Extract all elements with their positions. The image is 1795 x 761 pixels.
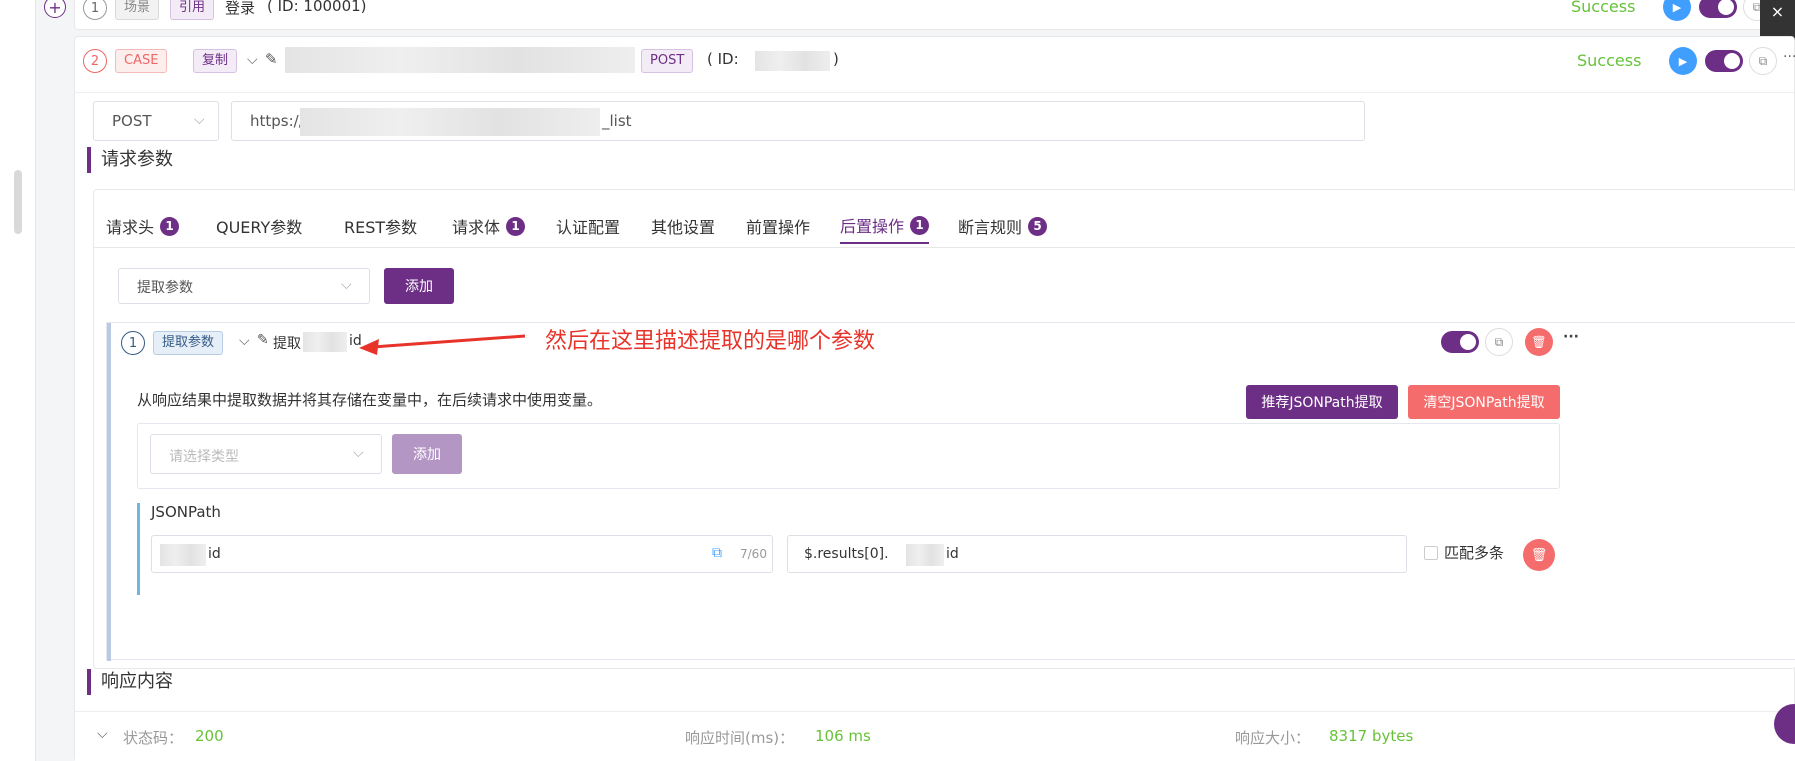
case-type-tag: CASE: [115, 49, 168, 73]
case-card: 2 CASE 复制 ⌵ ✎ POST ( ID: ) Success ▶ ⧉ ·…: [74, 36, 1795, 761]
case-more-icon[interactable]: ···: [1783, 49, 1795, 65]
run-button[interactable]: ▶: [1663, 0, 1691, 21]
case-id-suffix: ): [833, 50, 839, 68]
case-enable-toggle[interactable]: [1705, 50, 1743, 72]
case-method-tag: POST: [641, 49, 694, 73]
tab-query[interactable]: QUERY参数: [216, 208, 302, 244]
tab-assertions[interactable]: 断言规则 5: [958, 208, 1048, 244]
chevron-down-icon: ⌵: [341, 277, 352, 293]
case-status: Success: [1577, 51, 1642, 70]
tab-auth[interactable]: 认证配置: [556, 208, 620, 244]
jsonpath-label: JSONPath: [151, 503, 221, 521]
scene-status: Success: [1571, 0, 1636, 16]
tab-bar: 请求头 1 QUERY参数 REST参数 请求体 1 认证配置 其他设置 前置操作 …: [94, 208, 1795, 248]
type-select[interactable]: 请选择类型 ⌵: [150, 434, 382, 474]
type-add-button[interactable]: 添加: [392, 434, 462, 474]
response-collapse-icon[interactable]: ⌵: [97, 726, 108, 742]
left-rail: [0, 0, 36, 761]
scene-ref-tag: 引用: [170, 0, 215, 20]
extract-copy-icon[interactable]: ⧉: [1485, 328, 1513, 356]
collapse-chevron-icon[interactable]: ⌵: [247, 52, 258, 68]
case-id-redacted: [755, 51, 830, 71]
request-params-panel: 请求头 1 QUERY参数 REST参数 请求体 1 认证配置 其他设置 前置操作 …: [93, 189, 1795, 669]
extract-item-card: 1 提取参数 ⌵ ✎ 提取 id 然后在这里描述提取的是哪个参数 ⧉ 🗑 ···…: [106, 322, 1795, 661]
variable-name-input[interactable]: id ⧉ 7/60: [151, 535, 773, 573]
tab-headers[interactable]: 请求头 1: [106, 208, 180, 244]
extract-name-redacted: [303, 332, 347, 352]
jsonpath-block: [137, 503, 140, 595]
drag-grip[interactable]: [14, 170, 22, 234]
case-index: 2: [83, 49, 107, 73]
status-value: 200: [195, 727, 224, 745]
tab-rest[interactable]: REST参数: [344, 208, 417, 244]
scene-type-tag: 场景: [115, 0, 160, 20]
size-value: 8317 bytes: [1329, 727, 1414, 745]
extract-accent-bar: [107, 323, 111, 661]
post-op-add-button[interactable]: 添加: [384, 268, 454, 304]
add-step-icon[interactable]: +: [44, 0, 66, 18]
type-select-container: 请选择类型 ⌵ 添加: [137, 423, 1560, 489]
extract-collapse-icon[interactable]: ⌵: [239, 333, 250, 349]
char-count: 7/60: [740, 547, 767, 561]
extract-index: 1: [121, 331, 145, 355]
chevron-down-icon: ⌵: [194, 112, 205, 128]
time-value: 106 ms: [815, 727, 871, 745]
post-op-select[interactable]: 提取参数 ⌵: [118, 268, 370, 304]
enable-toggle[interactable]: [1699, 0, 1737, 18]
header-divider: [75, 92, 1795, 93]
scene-id: ( ID: 100001): [267, 0, 367, 15]
scene-name: 登录: [225, 0, 256, 17]
jsonpath-redacted: [906, 544, 944, 566]
match-multiple-label[interactable]: 匹配多条: [1444, 542, 1504, 563]
jsonpath-delete-icon[interactable]: 🗑: [1523, 539, 1555, 571]
extract-delete-icon[interactable]: 🗑: [1525, 328, 1553, 356]
jsonpath-expression-input[interactable]: $.results[0]. id: [787, 535, 1407, 573]
status-label: 状态码：: [123, 729, 184, 747]
section-request-title: 请求参数: [87, 147, 173, 173]
edit-pencil-icon[interactable]: ✎: [265, 50, 278, 68]
extract-enable-toggle[interactable]: [1441, 331, 1479, 353]
extract-name-prefix: 提取: [273, 336, 301, 352]
size-label: 响应大小：: [1235, 729, 1311, 747]
url-redacted: [300, 108, 600, 136]
tab-pre-ops[interactable]: 前置操作: [746, 208, 810, 244]
variable-name-redacted: [160, 544, 206, 566]
annotation-text: 然后在这里描述提取的是哪个参数: [545, 329, 876, 354]
method-select[interactable]: POST ⌵: [93, 101, 219, 141]
time-label: 响应时间(ms)：: [685, 729, 795, 747]
extract-description: 从响应结果中提取数据并将其存储在变量中，在后续请求中使用变量。: [137, 391, 603, 409]
response-summary: ⌵ 状态码： 200 响应时间(ms)： 106 ms 响应大小： 8317 b…: [75, 711, 1795, 761]
extract-more-icon[interactable]: ···: [1563, 329, 1579, 345]
scene-row[interactable]: 1 场景 引用 登录 ( ID: 100001) Success ▶ ⧉: [74, 0, 1795, 30]
annotation-arrow: [359, 334, 526, 355]
chevron-down-icon: ⌵: [353, 445, 364, 461]
scene-index: 1: [83, 0, 107, 20]
match-multiple-checkbox[interactable]: [1424, 546, 1438, 560]
close-corner[interactable]: ×: [1760, 0, 1795, 40]
case-id-prefix: ( ID:: [707, 50, 739, 68]
clear-jsonpath-button[interactable]: 清空JSONPath提取: [1408, 385, 1560, 419]
tab-post-ops[interactable]: 后置操作 1: [840, 208, 930, 244]
tab-other[interactable]: 其他设置: [651, 208, 715, 244]
tab-body[interactable]: 请求体 1: [452, 208, 526, 244]
section-response-title: 响应内容: [87, 669, 173, 695]
extract-edit-icon[interactable]: ✎: [257, 332, 269, 348]
recommend-jsonpath-button[interactable]: 推荐JSONPath提取: [1246, 385, 1398, 419]
copy-icon[interactable]: ⧉: [712, 545, 722, 561]
case-copy-icon[interactable]: ⧉: [1749, 47, 1777, 75]
case-name-redacted: [285, 47, 635, 73]
extract-type-tag: 提取参数: [153, 331, 224, 355]
url-input[interactable]: https:// _list: [231, 101, 1365, 141]
case-run-button[interactable]: ▶: [1669, 47, 1697, 75]
copy-tag: 复制: [193, 49, 238, 73]
